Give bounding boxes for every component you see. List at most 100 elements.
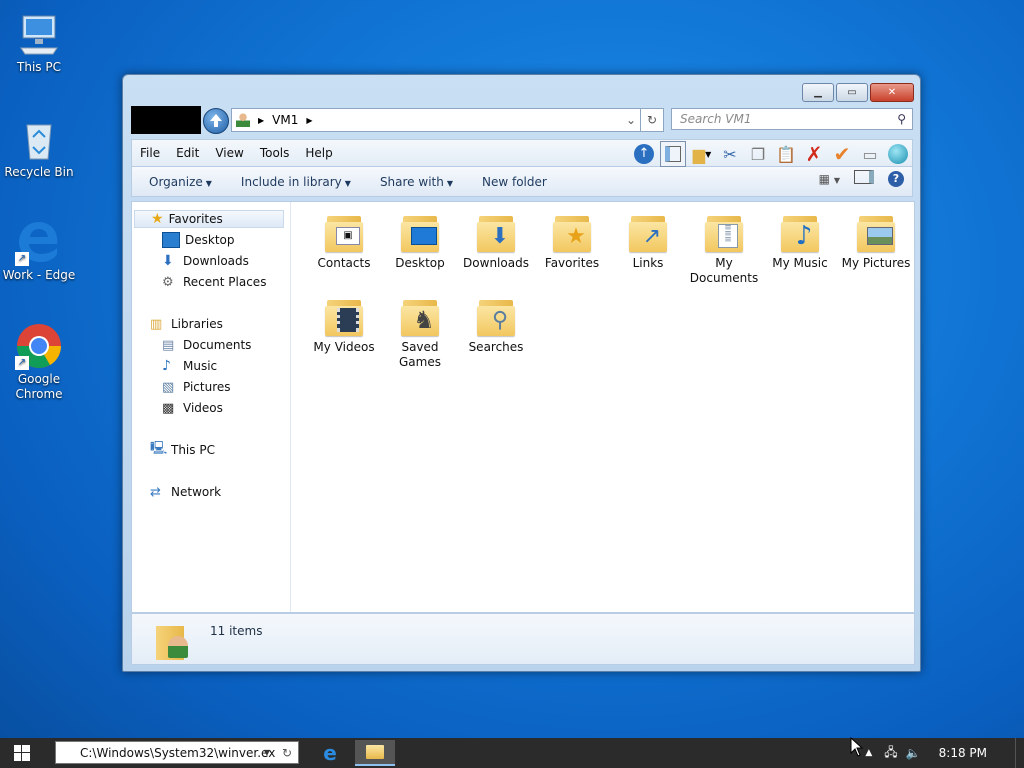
start-button[interactable] (14, 745, 30, 761)
nav-videos[interactable]: ▩ Videos (162, 399, 223, 417)
taskbar-address-input[interactable]: C:\Windows\System32\winver.ex ▼ ↻ (55, 741, 299, 764)
folder-icon: ↗ (629, 212, 667, 252)
preview-pane-button[interactable] (660, 141, 686, 167)
refresh-button[interactable]: ↻ (640, 108, 664, 132)
chrome-icon: ↗ (15, 322, 63, 370)
breadcrumb[interactable]: VM1 (272, 113, 298, 127)
desktop-icon (411, 224, 437, 248)
toolbar: ↑ ▆ ▼ ✂ ❐ 📋 ✗ ✔ ▭ (632, 141, 910, 167)
help-globe-button[interactable] (886, 142, 910, 166)
nav-recent-places[interactable]: ⚙ Recent Places (162, 273, 266, 291)
menu-file[interactable]: File (132, 146, 168, 160)
chess-piece-icon: ♞ (413, 305, 435, 334)
new-folder-button[interactable]: New folder (465, 175, 559, 189)
menu-edit[interactable]: Edit (168, 146, 207, 160)
help-button[interactable]: ? (888, 170, 904, 187)
rename-icon: ▭ (862, 144, 878, 164)
explorer-window[interactable]: ▁ ▭ ✕ ▶ VM1 ▶ ⌄ ↻ Search VM1 ⚲ File Edit… (122, 74, 921, 672)
taskbar-edge[interactable]: e (310, 740, 350, 766)
desktop-icon-recycle-bin[interactable]: Recycle Bin (0, 115, 78, 180)
file-item-downloads[interactable]: ⬇ Downloads (458, 212, 534, 271)
up-arrow-icon: ↑ (634, 144, 654, 164)
nav-music[interactable]: ♪ Music (162, 357, 217, 375)
refresh-icon[interactable]: ↻ (282, 746, 292, 760)
folder-icon (401, 212, 439, 252)
delete-button[interactable]: ✗ (802, 142, 826, 166)
properties-button[interactable]: ✔ (830, 142, 854, 166)
file-item-my-music[interactable]: ♪ My Music (762, 212, 838, 271)
recycle-bin-icon (15, 115, 63, 163)
nav-label: Network (171, 485, 222, 499)
include-label: Include in library (240, 174, 342, 189)
volume-icon[interactable]: 🔈 (906, 746, 921, 760)
file-item-searches[interactable]: ⚲ Searches (458, 296, 534, 355)
copy-button[interactable]: ❐ (746, 142, 770, 166)
nav-favorites[interactable]: ★ Favorites (134, 210, 284, 228)
menu-view[interactable]: View (207, 146, 251, 160)
preview-pane-toggle[interactable] (854, 170, 874, 187)
taskbar-file-explorer[interactable] (355, 740, 395, 766)
include-in-library-button[interactable]: Include in library ▼ (224, 175, 363, 189)
nav-label: Recent Places (183, 275, 267, 289)
nav-libraries[interactable]: ▥ Libraries (150, 315, 223, 333)
file-item-favorites[interactable]: ★ Favorites (534, 212, 610, 271)
share-with-button[interactable]: Share with ▼ (363, 175, 465, 189)
file-item-desktop[interactable]: Desktop (382, 212, 458, 271)
content-area: ★ Favorites Desktop ⬇ Downloads ⚙ Recent P… (131, 201, 915, 613)
nav-downloads[interactable]: ⬇ Downloads (162, 252, 249, 270)
desktop-icon-this-pc[interactable]: This PC (0, 10, 78, 75)
maximize-button[interactable]: ▭ (836, 83, 868, 102)
nav-desktop[interactable]: Desktop (162, 231, 235, 249)
menu-help[interactable]: Help (297, 146, 340, 160)
paste-button[interactable]: 📋 (774, 142, 798, 166)
window-controls: ▁ ▭ ✕ (802, 83, 914, 102)
cut-button[interactable]: ✂ (718, 142, 742, 166)
file-label: My Pictures (841, 256, 911, 270)
address-bar[interactable]: ▶ VM1 ▶ ⌄ (231, 108, 641, 132)
rename-button[interactable]: ▭ (858, 142, 882, 166)
folder-icon: ≡ ≡ ≡ (705, 212, 743, 252)
up-arrow-icon (210, 114, 222, 127)
nav-pictures[interactable]: ▧ Pictures (162, 378, 231, 396)
file-label: My Music (772, 256, 828, 270)
nav-network[interactable]: ⇄ Network (150, 483, 221, 501)
folder-icon: ⬇ (477, 212, 515, 252)
clock[interactable]: 8:18 PM (939, 746, 987, 760)
show-hidden-icons-button[interactable]: ▲ (865, 748, 872, 758)
file-item-contacts[interactable]: ▣ Contacts (306, 212, 382, 271)
chevron-down-icon: ▼ (205, 178, 212, 188)
nav-this-pc[interactable]: 🖳 This PC (150, 441, 215, 459)
command-bar: Organize ▼ Include in library ▼ Share with… (131, 167, 913, 197)
menu-tools[interactable]: Tools (252, 146, 298, 160)
file-item-my-videos[interactable]: My Videos (306, 296, 382, 355)
link-arrow-icon: ↗ (642, 223, 662, 249)
taskbar: C:\Windows\System32\winver.ex ▼ ↻ e ▲ 🖧 … (0, 738, 1024, 768)
desktop-icon-work-edge[interactable]: ↗ Work - Edge (0, 218, 78, 283)
file-item-my-documents[interactable]: ≡ ≡ ≡ My Documents (686, 212, 762, 286)
file-list: ▣ Contacts Desktop ⬇ Downloads ★ Favorit… (292, 202, 916, 612)
contacts-icon: ▣ (335, 224, 361, 248)
new-item-button[interactable]: ▆ ▼ (690, 142, 714, 166)
view-options-button[interactable]: ▦ ▼ (819, 172, 840, 186)
file-item-my-pictures[interactable]: My Pictures (838, 212, 914, 271)
up-button[interactable] (203, 108, 229, 134)
organize-button[interactable]: Organize ▼ (132, 175, 224, 189)
star-icon: ★ (566, 223, 586, 249)
recent-places-icon: ⚙ (162, 274, 174, 290)
nav-documents[interactable]: ▤ Documents (162, 336, 251, 354)
toolbar-up-button[interactable]: ↑ (632, 142, 656, 166)
chevron-down-icon[interactable]: ▼ (264, 748, 270, 757)
address-dropdown-icon[interactable]: ⌄ (626, 113, 636, 127)
close-button[interactable]: ✕ (870, 83, 914, 102)
minimize-button[interactable]: ▁ (802, 83, 834, 102)
nav-label: Videos (183, 401, 223, 415)
file-label: Desktop (395, 256, 445, 270)
file-item-saved-games[interactable]: ♞ Saved Games (382, 296, 458, 370)
show-desktop-button[interactable] (1015, 738, 1024, 768)
search-input[interactable]: Search VM1 ⚲ (671, 108, 913, 130)
library-icon: ▥ (150, 316, 163, 332)
desktop-icon-google-chrome[interactable]: ↗ Google Chrome (0, 322, 78, 402)
network-icon[interactable]: 🖧 (884, 743, 897, 764)
file-item-links[interactable]: ↗ Links (610, 212, 686, 271)
chevron-down-icon: ▼ (344, 178, 351, 188)
